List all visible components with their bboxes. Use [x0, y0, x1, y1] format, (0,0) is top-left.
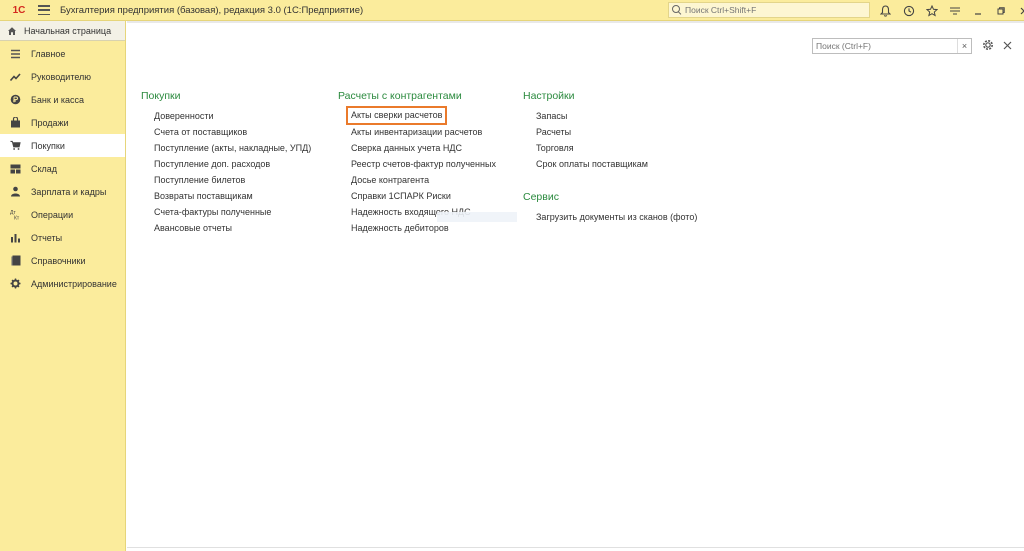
- link-item[interactable]: Надежность дебиторов: [351, 220, 496, 236]
- global-search-input[interactable]: [685, 5, 865, 15]
- close-icon[interactable]: [1000, 38, 1014, 52]
- sidebar-item-main[interactable]: Главное: [0, 42, 125, 65]
- section-title: Настройки: [523, 90, 575, 102]
- svg-text:Кт: Кт: [14, 216, 20, 221]
- title-bar: 1С Бухгалтерия предприятия (базовая), ре…: [0, 0, 1024, 21]
- settings-gear-icon[interactable]: [981, 38, 995, 52]
- sidebar: Начальная страница Главное Руководителю …: [0, 21, 126, 551]
- star-icon[interactable]: [920, 0, 943, 21]
- sidebar-item-label: Покупки: [31, 140, 65, 151]
- sidebar-item-purchases[interactable]: Покупки: [0, 134, 125, 157]
- sidebar-nav: Главное Руководителю Банк и касса Продаж…: [0, 41, 125, 295]
- link-item[interactable]: Сверка данных учета НДС: [351, 140, 496, 156]
- link-item[interactable]: Досье контрагента: [351, 172, 496, 188]
- sidebar-item-label: Продажи: [31, 117, 69, 128]
- divider: [127, 21, 1024, 23]
- section-purchases: Покупки Доверенности Счета от поставщико…: [141, 88, 311, 236]
- global-search[interactable]: [668, 2, 870, 18]
- home-tab[interactable]: Начальная страница: [0, 21, 125, 41]
- cart-icon: [10, 140, 21, 151]
- link-item[interactable]: Акты инвентаризации расчетов: [351, 124, 496, 140]
- 1c-logo: 1С: [12, 4, 26, 16]
- bag-icon: [10, 117, 21, 128]
- menu-icon[interactable]: [38, 5, 50, 15]
- sidebar-item-sales[interactable]: Продажи: [0, 111, 125, 134]
- sidebar-item-label: Руководителю: [31, 71, 92, 82]
- section-title: Расчеты с контрагентами: [338, 90, 462, 102]
- link-item[interactable]: Поступление билетов: [154, 172, 311, 188]
- history-icon[interactable]: [897, 0, 920, 21]
- clear-icon[interactable]: ×: [957, 39, 971, 53]
- home-icon: [8, 26, 16, 35]
- sidebar-item-label: Склад: [31, 163, 58, 174]
- sidebar-item-label: Зарплата и кадры: [31, 186, 107, 197]
- settings-menu-icon[interactable]: [943, 0, 966, 21]
- link-item[interactable]: Авансовые отчеты: [154, 220, 311, 236]
- app-title: Бухгалтерия предприятия (базовая), редак…: [60, 4, 364, 16]
- link-item[interactable]: Поступление доп. расходов: [154, 156, 311, 172]
- restore-icon[interactable]: [989, 0, 1012, 21]
- sidebar-item-label: Операции: [31, 209, 74, 220]
- link-item[interactable]: Торговля: [536, 140, 697, 156]
- sidebar-item-administration[interactable]: Администрирование: [0, 272, 125, 295]
- search-icon: [672, 5, 682, 15]
- warehouse-icon: [10, 163, 21, 174]
- link-item[interactable]: Срок оплаты поставщикам: [536, 156, 697, 172]
- sidebar-item-label: Банк и касса: [31, 94, 84, 105]
- sidebar-item-directories[interactable]: Справочники: [0, 249, 125, 272]
- sidebar-item-label: Справочники: [31, 255, 86, 266]
- sidebar-item-salary[interactable]: Зарплата и кадры: [0, 180, 125, 203]
- section-service: Сервис Загрузить документы из сканов (фо…: [523, 189, 697, 225]
- sidebar-item-label: Администрирование: [31, 278, 117, 289]
- sidebar-item-operations[interactable]: Дт Кт Операции: [0, 203, 125, 226]
- link-item[interactable]: Доверенности: [154, 108, 311, 124]
- sidebar-item-reports[interactable]: Отчеты: [0, 226, 125, 249]
- link-item[interactable]: Загрузить документы из сканов (фото): [536, 209, 697, 225]
- divider: [127, 547, 1024, 548]
- link-item[interactable]: Счета от поставщиков: [154, 124, 311, 140]
- tooltip-ghost: [437, 212, 517, 222]
- link-item[interactable]: Поступление (акты, накладные, УПД): [154, 140, 311, 156]
- sidebar-item-bank[interactable]: Банк и касса: [0, 88, 125, 111]
- bar-chart-icon: [10, 232, 21, 243]
- main-content: × Покупки Доверенности Счета от поставщи…: [127, 21, 1024, 551]
- section-title: Сервис: [523, 191, 559, 203]
- sidebar-item-label: Отчеты: [31, 232, 63, 243]
- link-item[interactable]: Счета-фактуры полученные: [154, 204, 311, 220]
- sidebar-item-manager[interactable]: Руководителю: [0, 65, 125, 88]
- person-icon: [10, 186, 21, 197]
- list-icon: [10, 48, 21, 59]
- link-item[interactable]: Реестр счетов-фактур полученных: [351, 156, 496, 172]
- book-icon: [10, 255, 21, 266]
- gear-icon: [10, 278, 21, 289]
- trend-icon: [10, 71, 21, 82]
- sidebar-item-label: Главное: [31, 48, 66, 59]
- section-settings: Настройки Запасы Расчеты Торговля Срок о…: [523, 88, 697, 225]
- close-window-icon[interactable]: [1012, 0, 1024, 21]
- link-item[interactable]: Запасы: [536, 108, 697, 124]
- minimize-icon[interactable]: [966, 0, 989, 21]
- link-item-highlighted[interactable]: Акты сверки расчетов: [345, 106, 448, 125]
- link-item[interactable]: Справки 1СПАРК Риски: [351, 188, 496, 204]
- link-item[interactable]: Расчеты: [536, 124, 697, 140]
- form-search-input[interactable]: [813, 39, 957, 53]
- section-title: Покупки: [141, 90, 181, 102]
- link-item[interactable]: Возвраты поставщикам: [154, 188, 311, 204]
- home-tab-label: Начальная страница: [24, 25, 112, 36]
- sidebar-item-warehouse[interactable]: Склад: [0, 157, 125, 180]
- form-search[interactable]: ×: [812, 38, 972, 54]
- operations-icon: Дт Кт: [10, 209, 21, 220]
- coin-icon: [10, 94, 21, 105]
- bell-icon[interactable]: [874, 0, 897, 21]
